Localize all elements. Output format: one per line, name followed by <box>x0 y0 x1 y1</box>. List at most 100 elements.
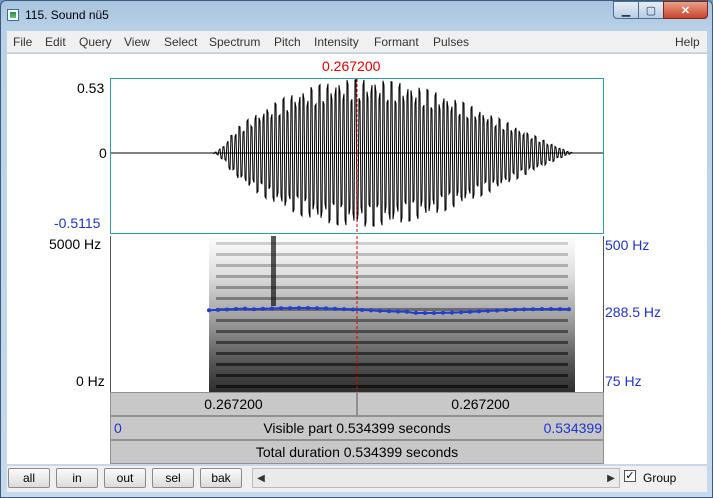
pitch-point <box>270 306 274 311</box>
pitch-point <box>234 307 238 311</box>
harmonic-band <box>216 330 568 333</box>
pitch-point <box>207 308 211 313</box>
scroll-right-arrow-icon[interactable]: ▶ <box>603 469 619 487</box>
cursor-time-label: 0.267200 <box>322 58 381 74</box>
pitch-point <box>405 309 409 314</box>
pitch-point <box>360 308 364 312</box>
group-label: Group <box>643 471 677 485</box>
harmonic-band <box>216 242 568 245</box>
maximize-icon: ▢ <box>645 4 657 17</box>
spectrogram-panel[interactable] <box>110 236 604 392</box>
pitch-point <box>522 307 526 312</box>
harmonic-band <box>216 264 568 267</box>
waveform-max-label: 0.53 <box>77 80 105 96</box>
visible-start-label: 0 <box>114 420 122 436</box>
zoom-out-button[interactable]: out <box>104 468 146 488</box>
close-icon: ✕ <box>680 4 691 17</box>
pitch-point <box>513 307 517 312</box>
close-button[interactable]: ✕ <box>663 1 708 19</box>
pitch-point <box>279 306 283 311</box>
pitch-mid-label: 288.5 Hz <box>605 304 662 320</box>
total-duration-bar[interactable]: Total duration 0.534399 seconds <box>110 440 604 464</box>
pitch-point <box>252 307 256 312</box>
pitch-point <box>333 306 337 311</box>
pitch-point <box>504 308 508 313</box>
scroll-left-arrow-icon[interactable]: ◀ <box>253 469 269 487</box>
visible-part-bar[interactable]: 0 Visible part 0.534399 seconds 0.534399 <box>110 416 604 440</box>
harmonic-band <box>216 341 568 344</box>
menu-file[interactable]: File <box>13 35 32 49</box>
pitch-point <box>351 307 355 312</box>
pitch-point <box>441 310 445 315</box>
harmonic-band <box>216 352 568 355</box>
checkmark-icon: ✓ <box>625 470 635 482</box>
harmonic-band <box>216 363 568 366</box>
harmonic-band <box>216 297 568 300</box>
menu-pulses[interactable]: Pulses <box>433 35 469 49</box>
menu-help[interactable]: Help <box>675 35 700 49</box>
zoom-in-button[interactable]: in <box>56 468 98 488</box>
pitch-point <box>486 309 490 313</box>
left-duration-bar[interactable]: 0.267200 <box>110 392 357 416</box>
time-scrollbar[interactable]: ◀ ▶ <box>252 468 620 488</box>
zoom-all-button[interactable]: all <box>8 468 50 488</box>
spectrogram-max-freq-label: 5000 Hz <box>49 236 102 252</box>
pitch-point <box>450 310 454 315</box>
pitch-point <box>369 308 373 313</box>
pitch-point <box>387 309 391 314</box>
total-duration-label: Total duration 0.534399 seconds <box>255 444 459 460</box>
pitch-point <box>243 306 247 311</box>
left-duration-label: 0.267200 <box>204 396 263 412</box>
pitch-point <box>414 310 418 315</box>
pitch-point <box>567 307 571 312</box>
pitch-min-label: 75 Hz <box>605 373 642 389</box>
editor-area: 0.267200 0.53 0 -0.5115 5000 Hz 0 Hz 500… <box>7 54 707 464</box>
menu-formant[interactable]: Formant <box>374 35 419 49</box>
menu-bar: File Edit Query View Select Spectrum Pit… <box>7 31 707 53</box>
pitch-point <box>288 306 292 311</box>
app-icon <box>7 9 19 21</box>
right-duration-label: 0.267200 <box>451 396 510 412</box>
zoom-selection-button[interactable]: sel <box>152 468 194 488</box>
menu-intensity[interactable]: Intensity <box>314 35 359 49</box>
pitch-point <box>432 311 436 315</box>
pitch-point <box>261 306 265 311</box>
onset-burst <box>271 236 276 306</box>
harmonic-band <box>216 275 568 278</box>
waveform-plot <box>111 78 603 233</box>
pitch-point <box>225 307 229 312</box>
pitch-point <box>468 309 472 314</box>
harmonic-band <box>216 319 568 322</box>
waveform-min-label: -0.5115 <box>54 215 101 231</box>
pitch-point <box>378 308 382 313</box>
pitch-point <box>306 306 310 310</box>
waveform-zero-label: 0 <box>99 145 107 161</box>
harmonic-band <box>216 286 568 289</box>
pitch-point <box>549 307 553 311</box>
pitch-point <box>297 306 301 310</box>
zoom-back-button[interactable]: bak <box>200 468 242 488</box>
menu-pitch[interactable]: Pitch <box>274 35 301 49</box>
right-duration-bar[interactable]: 0.267200 <box>357 392 604 416</box>
title-bar[interactable]: 115. Sound nü5 ▁ ▢ ✕ <box>1 1 712 29</box>
menu-edit[interactable]: Edit <box>45 35 66 49</box>
spectrogram-energy <box>209 236 575 392</box>
visible-end-label: 0.534399 <box>543 420 602 436</box>
menu-view[interactable]: View <box>124 35 150 49</box>
menu-spectrum[interactable]: Spectrum <box>209 35 260 49</box>
pitch-point <box>558 307 562 312</box>
waveform-panel[interactable] <box>110 78 604 234</box>
group-checkbox[interactable]: ✓ <box>624 470 636 482</box>
menu-query[interactable]: Query <box>79 35 112 49</box>
bottom-toolbar: all in out sel bak ◀ ▶ ✓ Group <box>7 466 707 492</box>
pitch-point <box>315 306 319 311</box>
menu-select[interactable]: Select <box>164 35 197 49</box>
maximize-button[interactable]: ▢ <box>638 1 664 19</box>
pitch-point <box>459 310 463 315</box>
harmonic-band <box>216 385 568 388</box>
visible-part-label: Visible part 0.534399 seconds <box>263 420 451 436</box>
minimize-button[interactable]: ▁ <box>613 1 639 19</box>
pitch-point <box>396 309 400 314</box>
pitch-point <box>423 311 427 315</box>
praat-sound-window: 115. Sound nü5 ▁ ▢ ✕ File Edit Query Vie… <box>0 0 713 498</box>
